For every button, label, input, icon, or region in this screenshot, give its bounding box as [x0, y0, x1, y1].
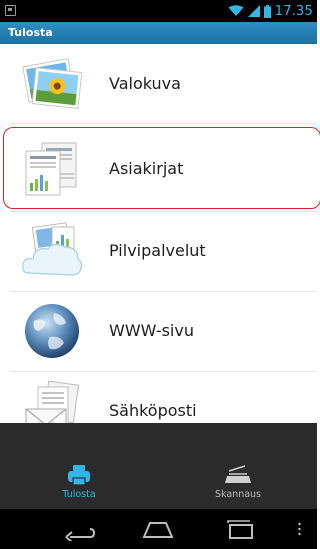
- menu-item-documents[interactable]: Asiakirjat: [0, 129, 317, 208]
- divider: [10, 123, 317, 124]
- system-nav-bar: [0, 509, 317, 549]
- app-title: Tulosta: [0, 22, 317, 44]
- scanner-icon: [225, 465, 251, 483]
- back-icon[interactable]: [62, 517, 98, 541]
- cloud-icon: [20, 219, 84, 281]
- menu-item-label: Pilvipalvelut: [109, 241, 206, 260]
- tab-label: Tulosta: [62, 489, 96, 500]
- menu-item-cloud-services[interactable]: Pilvipalvelut: [0, 211, 317, 290]
- printer-icon: [68, 465, 90, 486]
- home-icon[interactable]: [140, 517, 176, 541]
- recent-apps-icon[interactable]: [222, 517, 258, 541]
- menu-item-photo[interactable]: Valokuva: [0, 44, 317, 123]
- overflow-menu-icon[interactable]: [298, 522, 301, 536]
- notification-icon: [5, 5, 16, 16]
- signal-icon: [247, 5, 260, 17]
- tab-bar: Tulosta Skannaus: [0, 423, 317, 509]
- tab-print[interactable]: Tulosta: [0, 423, 158, 509]
- tab-label: Skannaus: [214, 489, 262, 500]
- status-icons: 17.35: [228, 3, 313, 19]
- menu-item-web-page[interactable]: WWW-sivu: [0, 291, 317, 370]
- document-icon: [20, 137, 84, 199]
- globe-icon: [20, 299, 84, 361]
- menu-item-label: Valokuva: [109, 74, 181, 93]
- photo-icon: [20, 52, 84, 114]
- menu-item-label: Asiakirjat: [109, 159, 184, 178]
- status-time: 17.35: [274, 3, 313, 19]
- tab-scan[interactable]: Skannaus: [159, 423, 317, 509]
- wifi-icon: [228, 5, 244, 16]
- battery-icon: [263, 4, 271, 18]
- status-bar: 17.35: [0, 0, 317, 22]
- print-menu: Valokuva Asiakirjat Pilvipalvelut WWW-si…: [0, 44, 317, 436]
- menu-item-label: WWW-sivu: [109, 321, 194, 340]
